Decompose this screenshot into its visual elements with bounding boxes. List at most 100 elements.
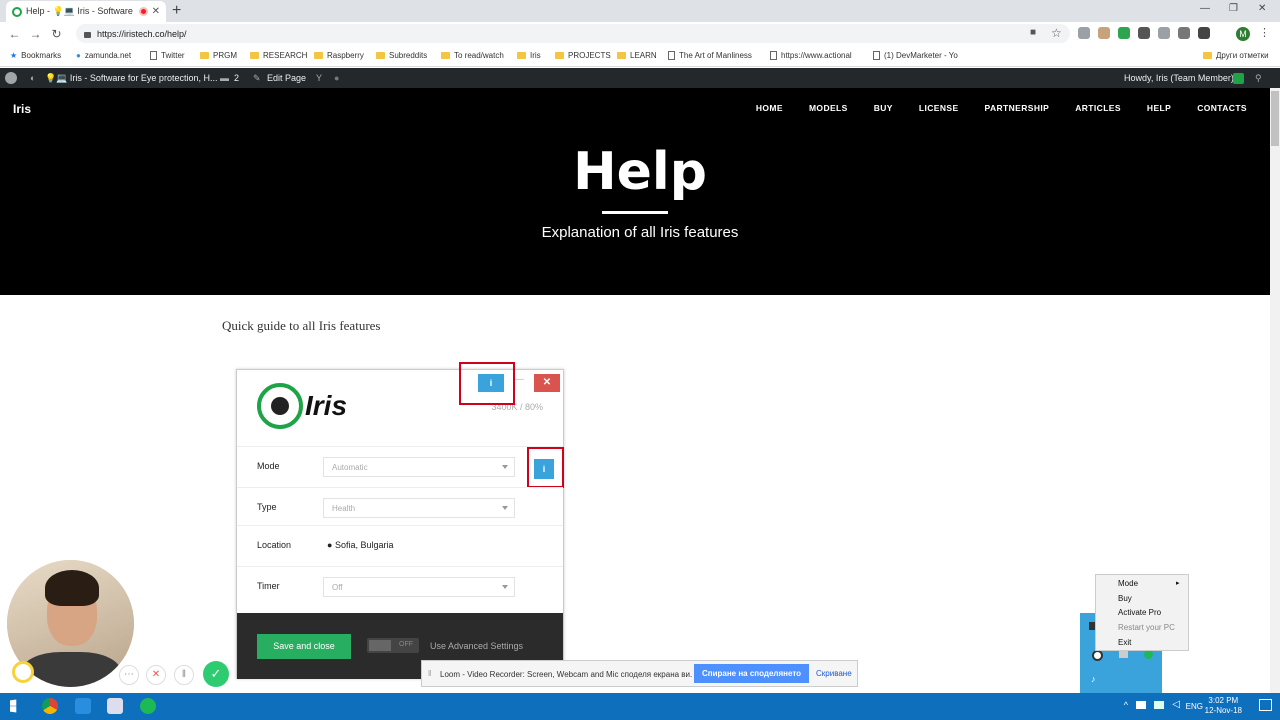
hide-link[interactable]: Скриване: [816, 669, 852, 678]
finish-recording-icon[interactable]: ✓: [203, 661, 229, 687]
context-item-buy[interactable]: Buy: [1118, 594, 1132, 603]
bookmark-folder[interactable]: To read/watch: [441, 51, 504, 60]
menu-item-partnership[interactable]: PARTNERSHIP: [985, 103, 1050, 113]
close-button[interactable]: ✕: [534, 374, 560, 392]
comment-icon[interactable]: ▬: [220, 73, 229, 83]
tray-context-menu: Mode ▸ Buy Activate Pro Restart your PC …: [1095, 574, 1189, 651]
wordpress-icon[interactable]: [1138, 27, 1150, 39]
edit-page-link[interactable]: Edit Page: [267, 73, 306, 83]
network-icon[interactable]: [1136, 701, 1146, 709]
advanced-toggle[interactable]: OFF: [367, 638, 419, 653]
menu-item-help[interactable]: HELP: [1147, 103, 1171, 113]
bookmark-folder[interactable]: Subreddits: [376, 51, 427, 60]
search-icon[interactable]: ⚲: [1255, 73, 1262, 84]
page-scrollbar[interactable]: [1270, 88, 1280, 693]
tray-app-icon[interactable]: [1119, 650, 1128, 658]
bookmark-folder[interactable]: RESEARCH: [250, 51, 307, 60]
close-window-button[interactable]: ✕: [1258, 3, 1266, 14]
tab-close-icon[interactable]: ✕: [152, 6, 160, 17]
chrome-icon[interactable]: [42, 698, 58, 714]
bookmark-folder[interactable]: Raspberry: [314, 51, 364, 60]
screen: Help - 💡💻 Iris - Software f ✕ + — ❐ ✕ ← …: [0, 0, 1280, 720]
howdy-text[interactable]: Howdy, Iris (Team Member): [1124, 73, 1234, 83]
iris-tray-icon[interactable]: [1092, 650, 1103, 661]
menu-item-articles[interactable]: ARTICLES: [1075, 103, 1121, 113]
extension-icon[interactable]: [1178, 27, 1190, 39]
windows-start-icon[interactable]: [10, 699, 17, 713]
language-indicator[interactable]: ENG: [1186, 702, 1203, 711]
user-avatar[interactable]: [1233, 73, 1244, 84]
new-tab-button[interactable]: +: [172, 2, 181, 20]
address-bar[interactable]: https://iristech.co/help/: [76, 24, 1070, 43]
bookmark-folder[interactable]: PRGM: [200, 51, 237, 60]
menu-icon[interactable]: ⋮: [1259, 26, 1270, 39]
context-item-exit[interactable]: Exit: [1118, 638, 1131, 647]
folder-icon: [441, 52, 450, 59]
type-select[interactable]: Health: [323, 498, 515, 518]
extension-icon[interactable]: [1158, 27, 1170, 39]
drag-handle-icon[interactable]: ‖: [428, 669, 431, 678]
menu-item-contacts[interactable]: CONTACTS: [1197, 103, 1247, 113]
bookmark-folder[interactable]: LEARN: [617, 51, 657, 60]
evernote-icon[interactable]: [1118, 27, 1130, 39]
location-label: Location: [257, 540, 292, 550]
volume-icon[interactable]: ◁: [1172, 699, 1180, 710]
profile-avatar[interactable]: M: [1236, 27, 1250, 41]
scrollbar-thumb[interactable]: [1271, 91, 1279, 146]
maximize-button[interactable]: ❐: [1229, 3, 1238, 14]
camera-icon[interactable]: ■: [1030, 27, 1036, 38]
drop-icon: ●: [76, 51, 81, 60]
bookmark-item[interactable]: The Art of Manliness: [668, 51, 752, 60]
timer-select[interactable]: Off: [323, 577, 515, 597]
bookmark-folder[interactable]: PROJECTS: [555, 51, 611, 60]
stop-sharing-button[interactable]: Спиране на споделянето: [694, 664, 809, 683]
share-notice-text: Loom - Video Recorder: Screen, Webcam an…: [440, 670, 693, 679]
more-icon[interactable]: ⋯: [119, 665, 139, 685]
submenu-arrow-icon: ▸: [1176, 580, 1180, 587]
other-bookmarks[interactable]: Други отметки: [1203, 51, 1269, 60]
bookmark-item[interactable]: (1) DevMarketer - Yo: [873, 51, 958, 60]
system-clock[interactable]: 3:02 PM 12-Nov-18: [1205, 696, 1242, 716]
pause-icon[interactable]: ‖: [174, 665, 194, 685]
spotify-tray-icon[interactable]: [1144, 650, 1153, 659]
bookmark-item[interactable]: Twitter: [150, 51, 185, 60]
menu-item-license[interactable]: LICENSE: [919, 103, 959, 113]
page-subtitle: Explanation of all Iris features: [541, 224, 739, 241]
dashboard-icon[interactable]: ◐: [30, 73, 35, 83]
site-brand[interactable]: Iris: [13, 102, 31, 116]
notifications-icon[interactable]: [1259, 699, 1272, 711]
tray-chevron-icon[interactable]: ^: [1124, 700, 1128, 710]
mode-select[interactable]: Automatic: [323, 457, 515, 477]
recording-timer-icon[interactable]: [12, 661, 34, 683]
menu-item-models[interactable]: MODELS: [809, 103, 848, 113]
wordpress-icon[interactable]: [5, 72, 17, 84]
extension-icon[interactable]: [1098, 27, 1110, 39]
menu-item-home[interactable]: HOME: [756, 103, 783, 113]
iris-logo-icon: [257, 383, 303, 429]
minimize-button[interactable]: —: [1200, 3, 1210, 14]
bookmark-item[interactable]: ● zamunda.net: [76, 51, 131, 60]
spotify-icon[interactable]: [140, 698, 156, 714]
vscode-icon[interactable]: [75, 698, 91, 714]
bookmark-folder[interactable]: Iris: [517, 51, 541, 60]
forward-icon[interactable]: →: [25, 27, 46, 41]
bookmark-item[interactable]: ★ Bookmarks: [10, 51, 61, 60]
wp-site-link[interactable]: 💡💻 Iris - Software for Eye protection, H…: [45, 73, 217, 84]
bookmark-item[interactable]: https://www.actional: [770, 51, 852, 60]
cancel-recording-icon[interactable]: ✕: [146, 665, 166, 685]
back-icon[interactable]: ←: [4, 27, 25, 41]
tray-icon[interactable]: [1154, 701, 1164, 709]
yoast-icon[interactable]: Y: [316, 73, 322, 83]
menu-item-buy[interactable]: BUY: [874, 103, 893, 113]
browser-tab[interactable]: Help - 💡💻 Iris - Software f ✕: [6, 1, 166, 22]
save-and-close-button[interactable]: Save and close: [257, 634, 351, 659]
reload-icon[interactable]: ↻: [46, 27, 67, 41]
context-item-activate-pro[interactable]: Activate Pro: [1118, 608, 1161, 617]
extension-icon[interactable]: [1198, 27, 1210, 39]
star-icon[interactable]: ☆: [1051, 26, 1062, 40]
microphone-icon[interactable]: ♪: [1091, 674, 1096, 684]
context-item-mode[interactable]: Mode: [1118, 579, 1138, 588]
chevron-down-icon: [502, 465, 508, 469]
app-icon[interactable]: [107, 698, 123, 714]
extension-icon[interactable]: [1078, 27, 1090, 39]
